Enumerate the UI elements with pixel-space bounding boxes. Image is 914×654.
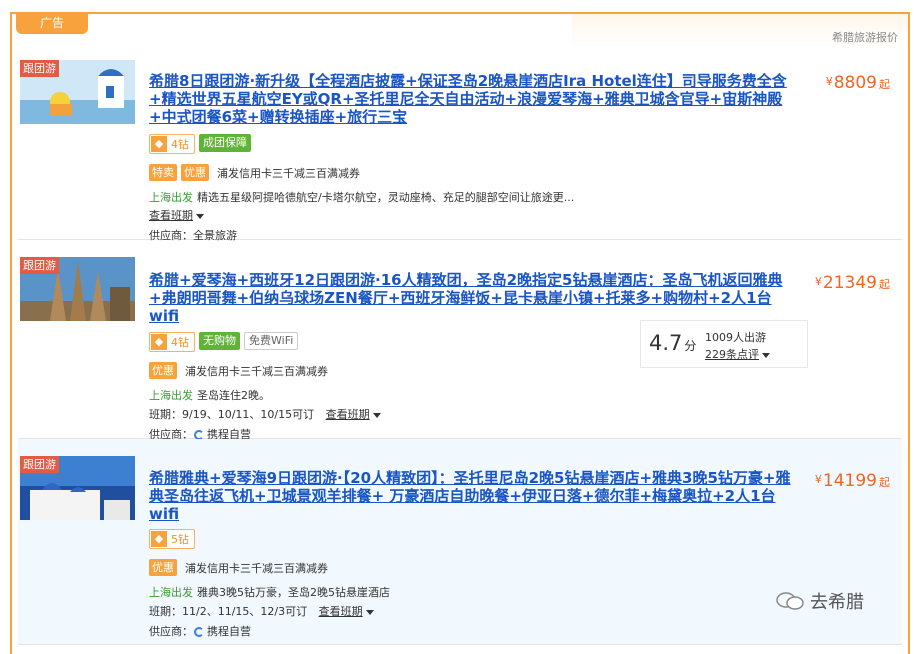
traveler-count: 1009人出游 (705, 331, 766, 344)
view-schedule-link[interactable]: 查看班期 (319, 605, 363, 618)
chevron-down-icon[interactable] (762, 352, 770, 358)
rating-score: 4.7 分 (649, 331, 697, 355)
promo-text: 浦发信用卡三千减三百满减券 (185, 561, 328, 575)
badge-row: ◆ 5钻 (149, 529, 195, 549)
diamond-icon: ◆ (151, 531, 167, 547)
price-value: 8809 (833, 73, 877, 93)
tour-price: ¥21349 起 (815, 273, 890, 293)
reviews-link[interactable]: 229条点评 (705, 346, 770, 362)
currency-symbol: ¥ (825, 75, 833, 88)
wechat-icon (776, 591, 804, 611)
tour-title[interactable]: 希腊雅典+爱琴海9日跟团游·【20人精致团】：圣托里尼岛2晚5钻悬崖酒店+雅典3… (149, 469, 799, 523)
header-note: 希腊旅游报价 (832, 31, 898, 44)
watermark-text: 去希腊 (810, 592, 864, 613)
price-suffix: 起 (879, 476, 890, 489)
watermark: 去希腊 (776, 588, 864, 614)
supplier-line: 供应商： 携程自营 (149, 623, 251, 639)
tour-price: ¥8809 起 (826, 73, 890, 93)
tour-item: 跟团游 希腊+爱琴海+西班牙12日跟团游·16人精致团，圣岛2晚指定5钻悬崖酒店… (18, 240, 902, 441)
supplier-name: 携程自营 (207, 625, 251, 638)
diamond-badge: ◆ 4钻 (149, 134, 195, 154)
departure-city: 上海出发 (149, 389, 193, 402)
schedule-line: 查看班期 (149, 207, 204, 223)
price-value: 21349 (822, 273, 877, 293)
tour-item: 跟团游 希腊雅典+爱琴海9日跟团游·【20人精致团】：圣托里尼岛2晚5钻悬崖酒店… (18, 439, 902, 645)
view-schedule-link[interactable]: 查看班期 (326, 408, 370, 421)
tour-thumbnail[interactable]: 跟团游 (20, 257, 135, 321)
chevron-down-icon[interactable] (365, 609, 374, 615)
promo-tag: 优惠 (149, 362, 177, 379)
price-value: 14199 (822, 471, 877, 491)
tour-thumbnail[interactable]: 跟团游 (20, 60, 135, 124)
departure-line: 上海出发 精选五星级阿提哈德航空/卡塔尔航空，灵动座椅、充足的腿部空间让旅途更..… (149, 189, 574, 205)
tour-price: ¥14199 起 (815, 471, 890, 491)
diamond-badge: ◆ 4钻 (149, 332, 195, 352)
schedule-line: 班期：9/19、10/11、10/15可订 查看班期 (149, 406, 381, 422)
tour-title[interactable]: 希腊8日跟团游·新升级【全程酒店披露+保证圣岛2晚悬崖酒店Ira Hotel连住… (149, 72, 799, 126)
promo-row: 优惠 浦发信用卡三千减三百满减券 (149, 362, 328, 379)
tag-group-tour: 跟团游 (20, 456, 59, 473)
departure-city: 上海出发 (149, 191, 193, 204)
departure-text: 圣岛连住2晚。 (197, 389, 270, 402)
diamond-icon: ◆ (151, 334, 167, 350)
currency-symbol: ¥ (814, 473, 822, 486)
promo-tag: 优惠 (181, 164, 209, 181)
badge-row: ◆ 4钻 无购物 免费WiFi (149, 332, 299, 352)
departure-line: 上海出发 雅典3晚5钻万豪，圣岛2晚5钻悬崖酒店 (149, 584, 390, 600)
tour-title[interactable]: 希腊+爱琴海+西班牙12日跟团游·16人精致团，圣岛2晚指定5钻悬崖酒店：圣岛飞… (149, 271, 799, 325)
diamond-badge: ◆ 5钻 (149, 529, 195, 549)
promo-tag: 优惠 (149, 559, 177, 576)
tour-item: 跟团游 希腊8日跟团游·新升级【全程酒店披露+保证圣岛2晚悬崖酒店Ira Hot… (18, 56, 902, 242)
price-suffix: 起 (879, 78, 890, 91)
promo-text: 浦发信用卡三千减三百满减券 (217, 166, 360, 180)
schedule-dates: 11/2、11/15、12/3可订 (182, 605, 308, 618)
badge-row: ◆ 4钻 成团保障 (149, 134, 251, 154)
tag-group-tour: 跟团游 (20, 60, 59, 77)
chevron-down-icon[interactable] (372, 412, 381, 418)
schedule-label: 班期： (149, 605, 182, 618)
wifi-badge: 免费WiFi (244, 332, 299, 350)
departure-text: 雅典3晚5钻万豪，圣岛2晚5钻悬崖酒店 (197, 586, 390, 599)
promo-row: 特卖 优惠 浦发信用卡三千减三百满减券 (149, 164, 360, 181)
price-suffix: 起 (879, 278, 890, 291)
currency-symbol: ¥ (814, 275, 822, 288)
no-shopping-badge: 无购物 (199, 332, 240, 350)
view-schedule-link[interactable]: 查看班期 (149, 209, 193, 222)
promo-tag: 特卖 (149, 164, 177, 181)
diamond-icon: ◆ (151, 136, 167, 152)
tag-group-tour: 跟团游 (20, 257, 59, 274)
ad-panel: 广告 希腊旅游报价 跟团游 希腊8日跟团游·新升级【全程酒店披露+保证圣岛2晚悬… (10, 12, 910, 654)
tour-thumbnail[interactable]: 跟团游 (20, 456, 135, 520)
departure-line: 上海出发 圣岛连住2晚。 (149, 387, 270, 403)
ad-label: 广告 (16, 12, 88, 34)
departure-text: 精选五星级阿提哈德航空/卡塔尔航空，灵动座椅、充足的腿部空间让旅途更... (197, 191, 575, 204)
promo-row: 优惠 浦发信用卡三千减三百满减券 (149, 559, 328, 576)
schedule-line: 班期：11/2、11/15、12/3可订 查看班期 (149, 603, 374, 619)
schedule-dates: 9/19、10/11、10/15可订 (182, 408, 315, 421)
promo-text: 浦发信用卡三千减三百满减券 (185, 364, 328, 378)
schedule-label: 班期： (149, 408, 182, 421)
departure-city: 上海出发 (149, 586, 193, 599)
rating-box: 4.7 分 1009人出游 229条点评 (640, 320, 808, 368)
chevron-down-icon[interactable] (196, 213, 204, 219)
guarantee-badge: 成团保障 (199, 134, 251, 152)
ctrip-icon (194, 627, 204, 637)
supplier-label: 供应商： (149, 625, 193, 638)
